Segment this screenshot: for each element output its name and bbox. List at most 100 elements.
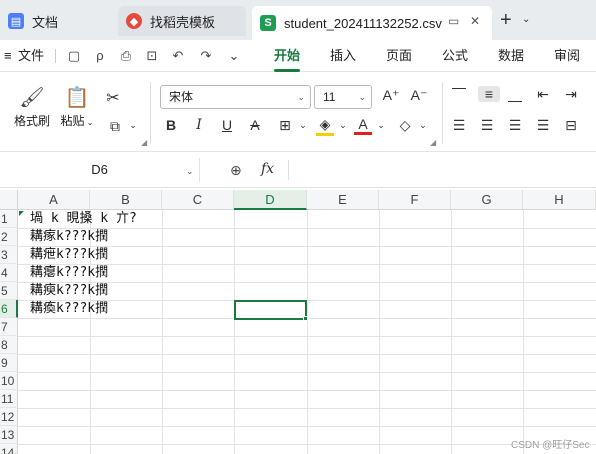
cell-a1[interactable]: 堝 k 晛搡 k 亣? xyxy=(30,210,137,228)
row-header[interactable]: 1 xyxy=(0,210,18,228)
row-header[interactable]: 4 xyxy=(0,264,18,282)
menu-bar: ≡ 文件 ▢ ρ ⎙ ⊡ ↶ ↷ ⌄ 开始 插入 页面 公式 数据 审阅 xyxy=(0,40,596,72)
zoom-icon[interactable]: ⊕ xyxy=(230,162,242,179)
dialog-launcher-icon[interactable]: ◢ xyxy=(430,138,436,147)
clipboard-icon: 📋 xyxy=(64,87,90,109)
menu-data[interactable]: 数据 xyxy=(498,40,524,72)
file-menu[interactable]: 文件 xyxy=(18,40,44,72)
font-size-value: 11 xyxy=(323,90,336,104)
window-icon[interactable]: ▭ xyxy=(448,14,459,28)
fill-handle[interactable] xyxy=(303,316,308,321)
insert-function-button[interactable]: fx xyxy=(261,161,274,177)
increase-indent-icon[interactable]: ⇥ xyxy=(562,86,580,103)
bold-icon[interactable]: B xyxy=(162,117,180,133)
row-header[interactable]: 3 xyxy=(0,246,18,264)
selected-cell-d6[interactable] xyxy=(234,300,307,320)
chevron-down-icon[interactable]: ⌄ xyxy=(522,14,530,25)
dialog-launcher-icon[interactable]: ◢ xyxy=(141,138,147,147)
row-header[interactable]: 5 xyxy=(0,282,18,300)
menu-formula[interactable]: 公式 xyxy=(442,40,468,72)
decrease-indent-icon[interactable]: ⇤ xyxy=(534,86,552,103)
font-name-value: 宋体 xyxy=(169,90,194,104)
chevron-down-icon[interactable]: ⌄ xyxy=(294,120,312,131)
select-all-corner[interactable] xyxy=(0,190,18,210)
grid-line xyxy=(18,336,596,337)
align-middle-icon[interactable]: ≡ xyxy=(478,86,500,102)
chevron-down-icon[interactable]: ⌄ xyxy=(226,48,242,64)
chevron-down-icon[interactable]: ⌄ xyxy=(334,120,352,131)
column-header-a[interactable]: A xyxy=(18,190,90,210)
print-preview-icon[interactable]: ⊡ xyxy=(144,48,160,64)
column-header-d[interactable]: D xyxy=(234,190,307,210)
row-header[interactable]: 12 xyxy=(0,408,18,426)
column-header-b[interactable]: B xyxy=(90,190,162,210)
italic-icon[interactable]: I xyxy=(190,117,208,133)
tab-label: 文档 xyxy=(32,14,59,30)
row-header[interactable]: 10 xyxy=(0,372,18,390)
decrease-font-icon[interactable]: A⁻ xyxy=(410,87,428,104)
copy-icon[interactable]: ⧉ xyxy=(106,118,124,135)
font-name-select[interactable]: 宋体 ⌄ xyxy=(160,85,311,109)
chevron-down-icon[interactable]: ⌄ xyxy=(414,120,432,131)
align-bottom-icon[interactable]: ⎽ xyxy=(506,86,524,103)
row-header[interactable]: 11 xyxy=(0,390,18,408)
row-header[interactable]: 8 xyxy=(0,336,18,354)
cell-a5[interactable]: 耩瘐k???k撋 xyxy=(30,282,108,300)
close-tab-icon[interactable]: ✕ xyxy=(470,14,480,28)
underline-icon[interactable]: U xyxy=(218,117,236,133)
align-center-icon[interactable]: ☰ xyxy=(478,117,496,134)
cut-icon[interactable]: ✂ xyxy=(104,88,122,108)
undo-icon[interactable]: ↶ xyxy=(170,48,186,64)
menu-review[interactable]: 审阅 xyxy=(554,40,580,72)
tab-active-file[interactable]: S student_202411132252.csv ▭ ✕ xyxy=(252,6,492,40)
tab-templates[interactable]: ◆ 找稻壳模板 xyxy=(118,6,246,36)
save-icon[interactable]: ▢ xyxy=(66,48,82,64)
column-header-g[interactable]: G xyxy=(451,190,523,210)
row-header[interactable]: 2 xyxy=(0,228,18,246)
column-header-c[interactable]: C xyxy=(162,190,234,210)
column-header-f[interactable]: F xyxy=(379,190,451,210)
chevron-down-icon[interactable]: ⌄ xyxy=(186,166,194,177)
chevron-down-icon[interactable]: ⌄ xyxy=(372,120,390,131)
redo-icon[interactable]: ↷ xyxy=(198,48,214,64)
cell-a6[interactable]: 耩瘓k???k撋 xyxy=(30,300,108,318)
hamburger-icon[interactable]: ≡ xyxy=(4,40,12,72)
font-color-icon[interactable]: A xyxy=(354,116,372,135)
row-header[interactable]: 6 xyxy=(0,300,18,318)
tab-documents[interactable]: ▤ 文档 xyxy=(0,6,112,36)
align-left-icon[interactable]: ☰ xyxy=(450,117,468,134)
font-size-select[interactable]: 11 ⌄ xyxy=(314,85,372,109)
border-icon[interactable]: ⊞ xyxy=(276,117,294,134)
eraser-icon[interactable]: ◇ xyxy=(396,117,414,134)
menu-home[interactable]: 开始 xyxy=(274,40,300,72)
error-indicator xyxy=(19,211,24,216)
strikethrough-icon[interactable]: A xyxy=(246,117,264,133)
justify-icon[interactable]: ☰ xyxy=(534,117,552,134)
menu-page[interactable]: 页面 xyxy=(386,40,412,72)
grid-line xyxy=(18,390,596,391)
print-icon[interactable]: ⎙ xyxy=(118,48,134,64)
distributed-align-icon[interactable]: ⊟ xyxy=(562,117,580,134)
column-header-e[interactable]: E xyxy=(307,190,379,210)
export-pdf-icon[interactable]: ρ xyxy=(92,48,108,64)
paste-button[interactable]: 📋 粘贴 ⌄ xyxy=(58,84,96,129)
row-header[interactable]: 14 xyxy=(0,444,18,454)
row-header[interactable]: 13 xyxy=(0,426,18,444)
row-header[interactable]: 7 xyxy=(0,318,18,336)
chevron-down-icon[interactable]: ⌄ xyxy=(124,120,142,131)
increase-font-icon[interactable]: A⁺ xyxy=(382,87,400,104)
new-tab-icon[interactable]: + xyxy=(500,10,512,30)
align-top-icon[interactable]: ⎺ xyxy=(450,86,468,103)
fill-color-icon[interactable]: ◈ xyxy=(316,116,334,136)
column-header-h[interactable]: H xyxy=(523,190,596,210)
align-right-icon[interactable]: ☰ xyxy=(506,117,524,134)
cell-a3[interactable]: 耩疶k???k撋 xyxy=(30,246,108,264)
menu-insert[interactable]: 插入 xyxy=(330,40,356,72)
spreadsheet-grid[interactable]: A B C D E F G H 1 2 3 4 5 6 7 8 9 10 11 … xyxy=(0,190,596,454)
cell-a2[interactable]: 耩瘃k???k撋 xyxy=(30,228,108,246)
name-box[interactable]: D6 xyxy=(0,158,200,182)
formula-bar: D6 ⌄ ⊕ fx xyxy=(0,152,596,188)
row-header[interactable]: 9 xyxy=(0,354,18,372)
format-painter-button[interactable]: 🖌 格式刷 xyxy=(10,84,54,129)
cell-a4[interactable]: 耩瘪k???k撋 xyxy=(30,264,108,282)
